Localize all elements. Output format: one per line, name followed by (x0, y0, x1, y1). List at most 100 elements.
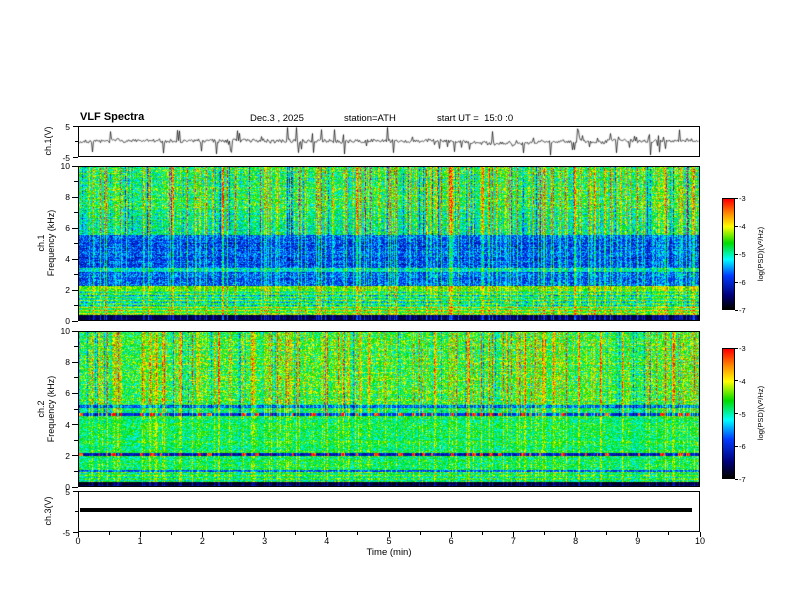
ch1-volt-tick-mark (73, 125, 78, 127)
ch1-freq-tick-mark (72, 227, 78, 229)
ch1-freq-minor-tick-mark (74, 305, 78, 306)
cb2-tick-mark (735, 413, 738, 414)
ch2-freq-minor-tick-mark (74, 408, 78, 410)
ch2-freq-minor-tick-mark (74, 439, 78, 441)
cb1-tick-label: -6 (739, 278, 746, 287)
ch1-spectrogram-panel (78, 166, 700, 321)
ch2-freq-tick-mark (72, 361, 78, 363)
ch1-freq-tick-mark (72, 320, 78, 322)
cb1-tick-label: -7 (739, 306, 746, 315)
ch1-volt-tick-mark (73, 156, 78, 158)
ch2-spectrogram-panel (78, 331, 700, 487)
ch2-frequency-axis-label-line1: ch.2 (36, 400, 46, 418)
cb2-tick-label: -3 (739, 344, 746, 353)
ch1-volt-tick-label: -5 (62, 153, 70, 163)
ch1-frequency-axis-label-line2: Frequency (kHz) (46, 209, 56, 277)
ch2-freq-minor-tick-mark (74, 377, 78, 379)
x-tick-label: 3 (262, 536, 268, 546)
x-tick-label: 2 (199, 536, 205, 546)
ch2-freq-tick-mark (72, 455, 78, 457)
x-tick-label: 10 (694, 536, 705, 546)
ch1-freq-minor-tick-mark (74, 274, 78, 275)
x-minor-tick-mark (357, 532, 359, 535)
ch2-freq-tick-label: 4 (65, 419, 70, 430)
colorbar-ch2 (722, 348, 735, 479)
ch3-volt-tick-label: -5 (62, 528, 70, 538)
x-minor-tick-mark (606, 532, 608, 535)
plot-start-ut: start UT = 15:0 :0 (437, 113, 514, 124)
colorbar-ch1-canvas (723, 199, 734, 309)
ch2-spectrogram-canvas (79, 332, 699, 486)
x-axis-title: Time (min) (366, 547, 412, 558)
ch2-freq-minor-tick-mark (74, 470, 78, 472)
ch1-frequency-axis-label: ch.1 Frequency (kHz) (36, 210, 56, 277)
x-minor-tick-mark (295, 532, 297, 535)
ch3-flat-line (80, 508, 692, 512)
x-minor-tick-mark (233, 532, 234, 535)
cb1-tick-mark (735, 197, 738, 199)
ch1-waveform-canvas (79, 127, 699, 156)
ch1-waveform-panel (78, 126, 700, 157)
x-tick-label: 8 (573, 536, 579, 546)
cb2-tick-mark (735, 445, 738, 447)
ch2-freq-tick-mark (72, 330, 78, 332)
ch1-freq-minor-tick-mark (74, 212, 78, 213)
ch1-spectrogram-canvas (79, 167, 699, 320)
ch3-volt-tick-mark (73, 531, 78, 533)
ch2-freq-tick-mark (72, 486, 78, 488)
ch2-frequency-axis-label-line2: Frequency (kHz) (46, 375, 56, 443)
ch2-freq-tick-label: 8 (65, 357, 70, 368)
x-tick-label: 6 (448, 536, 454, 546)
ch2-frequency-axis-label: ch.2 Frequency (kHz) (36, 376, 56, 443)
ch2-freq-tick-label: 10 (60, 326, 70, 336)
vlf-spectra-figure: VLF Spectra Dec.3 , 2025 station=ATH sta… (0, 0, 792, 612)
x-tick-label: 4 (324, 536, 330, 546)
cb2-tick-mark (735, 380, 738, 382)
colorbar-ch1 (722, 198, 735, 310)
x-minor-tick-mark (544, 532, 545, 535)
plot-date: Dec.3 , 2025 (250, 113, 304, 124)
plot-title: VLF Spectra (80, 111, 145, 123)
x-minor-tick-mark (108, 532, 110, 535)
plot-station: station=ATH (344, 113, 396, 124)
x-minor-tick-mark (481, 532, 483, 535)
ch2-freq-tick-label: 6 (65, 388, 70, 399)
cb2-tick-label: -4 (739, 376, 746, 386)
ch1-freq-minor-tick-mark (74, 181, 78, 182)
ch1-freq-tick-label: 0 (65, 316, 70, 326)
cb2-tick-label: -6 (739, 442, 746, 452)
colorbar-ch2-unit-label: log(PSD)(V²/Hz) (756, 385, 765, 441)
ch3-volt-tick-label: 5 (65, 487, 70, 497)
ch1-freq-tick-label: 8 (65, 192, 70, 202)
x-tick-label: 0 (75, 536, 81, 546)
cb2-tick-label: -7 (739, 475, 746, 484)
cb1-tick-mark (735, 309, 738, 311)
ch3-voltage-axis-label: ch.3(V) (43, 496, 53, 526)
ch3-volt-minor-tick-mark (75, 511, 78, 512)
cb1-tick-mark (735, 225, 738, 227)
cb1-tick-label: -3 (739, 194, 746, 203)
ch1-freq-tick-mark (72, 289, 78, 291)
x-minor-tick-mark (419, 532, 421, 535)
ch2-freq-tick-label: 2 (65, 450, 70, 461)
x-tick-label: 1 (137, 536, 143, 546)
ch3-panel (78, 491, 700, 532)
cb1-tick-label: -5 (739, 250, 746, 259)
ch2-freq-minor-tick-mark (74, 346, 78, 348)
ch1-freq-tick-label: 4 (65, 254, 70, 264)
ch1-freq-minor-tick-mark (74, 243, 78, 244)
x-minor-tick-mark (668, 532, 670, 535)
colorbar-ch1-unit-label: log(PSD)(V²/Hz) (756, 226, 765, 282)
ch2-freq-tick-mark (72, 392, 78, 394)
ch1-frequency-axis-label-line1: ch.1 (36, 234, 46, 252)
x-tick-label: 9 (635, 536, 641, 546)
cb1-tick-mark (735, 253, 738, 255)
x-tick-label: 5 (386, 536, 392, 546)
cb2-tick-mark (735, 347, 738, 349)
ch1-freq-tick-label: 6 (65, 223, 70, 233)
ch3-volt-tick-mark (73, 490, 78, 492)
cb1-tick-label: -4 (739, 222, 746, 231)
ch1-freq-tick-mark (72, 258, 78, 260)
colorbar-ch2-canvas (723, 349, 734, 478)
x-minor-tick-mark (170, 532, 172, 535)
